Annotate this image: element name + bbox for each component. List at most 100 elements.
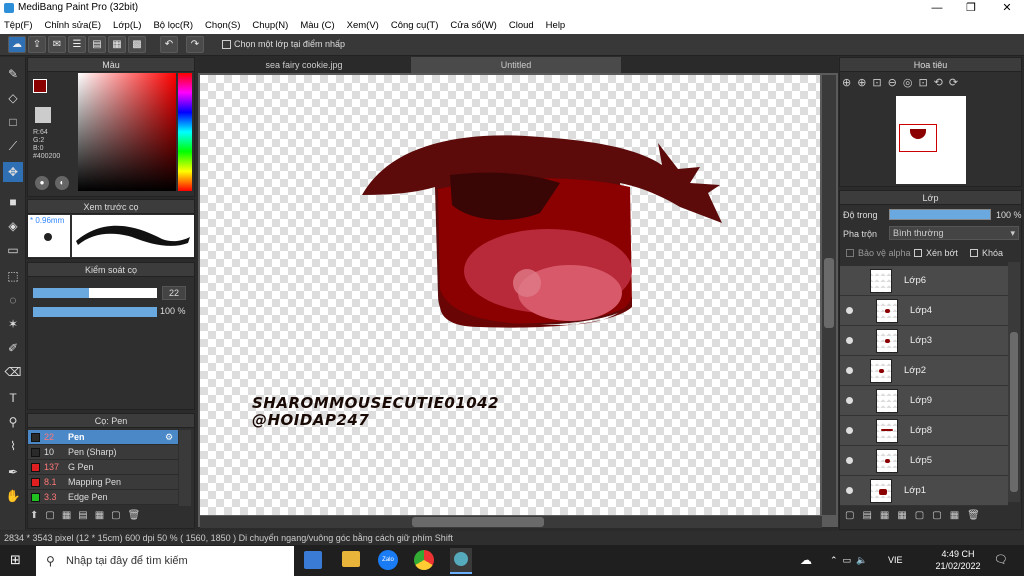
menu-snap[interactable]: Chụp(N): [252, 20, 288, 31]
tab-untitled[interactable]: Untitled: [411, 57, 621, 73]
layer-row[interactable]: Lớp6: [840, 266, 1008, 296]
upload-icon[interactable]: ⇪: [28, 36, 46, 53]
menu-layer[interactable]: Lớp(L): [113, 20, 141, 31]
gradient-tool-icon[interactable]: ▭: [3, 240, 23, 260]
color-picker-square[interactable]: [78, 73, 176, 191]
menu-tools[interactable]: Công cụ(T): [391, 20, 439, 31]
layer-visibility-icon[interactable]: [846, 367, 853, 374]
canvas-vertical-scrollbar[interactable]: [822, 75, 836, 515]
chat-icon[interactable]: ☰: [68, 36, 86, 53]
select-tool-icon[interactable]: ⬚: [3, 266, 23, 286]
foreground-color[interactable]: [33, 79, 47, 93]
comment-icon[interactable]: ✉: [48, 36, 66, 53]
layer-row[interactable]: Lớp1: [840, 476, 1008, 506]
brush-item[interactable]: 22 Pen ⚙: [28, 430, 178, 445]
select-eraser-tool-icon[interactable]: ⌫: [3, 362, 23, 382]
transparent-color-swatch[interactable]: [35, 107, 51, 123]
maximize-button[interactable]: ❐: [954, 0, 988, 16]
rectangle-tool-icon[interactable]: □: [3, 112, 23, 132]
file-explorer-icon[interactable]: [342, 551, 360, 567]
medibang-taskbar-icon[interactable]: [450, 548, 472, 574]
brush-item[interactable]: 8.1 Mapping Pen: [28, 475, 178, 490]
palette-add-icon[interactable]: ◐: [55, 176, 69, 190]
cloud-icon[interactable]: ☁: [8, 36, 26, 53]
brush-opacity-slider[interactable]: [33, 307, 157, 317]
tray-icons[interactable]: ⌃▭🔈: [830, 555, 872, 566]
layer-actions[interactable]: ▢▤▦▦▢▢▦🗑: [845, 510, 988, 521]
menu-filter[interactable]: Bộ lọc(R): [153, 20, 193, 31]
canvas-horizontal-scrollbar[interactable]: [200, 516, 822, 528]
select-layer-checkbox[interactable]: [222, 40, 231, 49]
pen-tool-icon[interactable]: ✒: [3, 462, 23, 482]
menu-color[interactable]: Màu (C): [300, 20, 334, 31]
taskbar-search[interactable]: ⚲ Nhập tại đây để tìm kiếm: [36, 546, 294, 576]
page-icon[interactable]: ▤: [88, 36, 106, 53]
store-icon[interactable]: [304, 551, 322, 569]
lock-checkbox[interactable]: [970, 249, 978, 257]
brush-list-actions[interactable]: ⬆▢▦▤▦▢🗑: [30, 510, 147, 521]
menu-window[interactable]: Cửa sổ(W): [450, 20, 496, 31]
select-pen-tool-icon[interactable]: ✐: [3, 338, 23, 358]
move-tool-icon[interactable]: ✥: [3, 162, 23, 182]
dropper-tool-icon[interactable]: ⌇: [3, 436, 23, 456]
notification-icon[interactable]: 🗨: [994, 553, 1008, 566]
brush-size-value[interactable]: 22: [162, 286, 186, 300]
blend-mode-select[interactable]: Bình thường ▾: [889, 226, 1019, 240]
menu-view[interactable]: Xem(V): [347, 20, 379, 31]
menu-file[interactable]: Tệp(F): [4, 20, 33, 31]
hue-slider[interactable]: [178, 73, 192, 191]
layer-visibility-icon[interactable]: [846, 397, 853, 404]
layer-list-scrollbar[interactable]: [1008, 262, 1020, 502]
zalo-icon[interactable]: Zalo: [378, 550, 398, 570]
lasso-tool-icon[interactable]: ◌: [3, 290, 23, 310]
layer-row[interactable]: Lớp5: [840, 446, 1008, 476]
brush-item[interactable]: 137 G Pen: [28, 460, 178, 475]
drawing-canvas[interactable]: SHAROMMOUSECUTIE01042 @HOIDAP247: [200, 75, 820, 515]
layer-visibility-icon[interactable]: [846, 307, 853, 314]
layer-visibility-icon[interactable]: [846, 337, 853, 344]
brush-item[interactable]: 3.3 Edge Pen: [28, 490, 178, 505]
layer-visibility-icon[interactable]: [846, 427, 853, 434]
menu-help[interactable]: Help: [546, 20, 566, 31]
language-indicator[interactable]: VIE: [888, 555, 903, 565]
layer-row[interactable]: Lớp4: [840, 296, 1008, 326]
windows-start-icon[interactable]: ⊞: [10, 553, 24, 567]
fill-rect-tool-icon[interactable]: ■: [3, 192, 23, 212]
operation-tool-icon[interactable]: ⚲: [3, 412, 23, 432]
clipping-checkbox[interactable]: [914, 249, 922, 257]
menu-select[interactable]: Chọn(S): [205, 20, 240, 31]
layer-row[interactable]: Lớp3: [840, 326, 1008, 356]
minimize-button[interactable]: —: [920, 0, 954, 16]
weather-icon[interactable]: ☁: [800, 553, 812, 567]
text-tool-icon[interactable]: T: [3, 388, 23, 408]
bucket-tool-icon[interactable]: ◈: [3, 216, 23, 236]
brush-list-scrollbar[interactable]: [179, 430, 191, 506]
menu-cloud[interactable]: Cloud: [509, 20, 534, 31]
clock[interactable]: 4:49 CH 21/02/2022: [930, 548, 986, 572]
protect-alpha-checkbox[interactable]: [846, 249, 854, 257]
eraser-tool-icon[interactable]: ◇: [3, 88, 23, 108]
brush-size-slider[interactable]: [33, 288, 157, 298]
layer-row[interactable]: Lớp2: [840, 356, 1008, 386]
layer-row[interactable]: Lớp9: [840, 386, 1008, 416]
tab-sea-fairy[interactable]: sea fairy cookie.jpg: [199, 57, 409, 73]
line-tool-icon[interactable]: ⟋: [3, 136, 23, 156]
layer-row[interactable]: Lớp8: [840, 416, 1008, 446]
chrome-icon[interactable]: [414, 550, 434, 570]
menu-edit[interactable]: Chỉnh sửa(E): [45, 20, 102, 31]
brush-tool-icon[interactable]: ✎: [3, 64, 23, 84]
redo-icon[interactable]: ↷: [186, 36, 204, 53]
hand-tool-icon[interactable]: ✋: [3, 486, 23, 506]
close-button[interactable]: ✕: [990, 0, 1024, 16]
layer-visibility-icon[interactable]: [846, 487, 853, 494]
magic-wand-tool-icon[interactable]: ✶: [3, 314, 23, 334]
grid-icon[interactable]: ▦: [108, 36, 126, 53]
palette-icon[interactable]: ●: [35, 176, 49, 190]
tile-icon[interactable]: ▩: [128, 36, 146, 53]
brush-item[interactable]: 10 Pen (Sharp): [28, 445, 178, 460]
navigator-toolbar[interactable]: ⊕⊕⊡⊖◎⊡⟲⟳: [842, 76, 964, 89]
layer-visibility-icon[interactable]: [846, 457, 853, 464]
brush-settings-icon[interactable]: ⚙: [165, 430, 173, 445]
navigator-thumbnail[interactable]: [896, 96, 966, 184]
undo-icon[interactable]: ↶: [160, 36, 178, 53]
